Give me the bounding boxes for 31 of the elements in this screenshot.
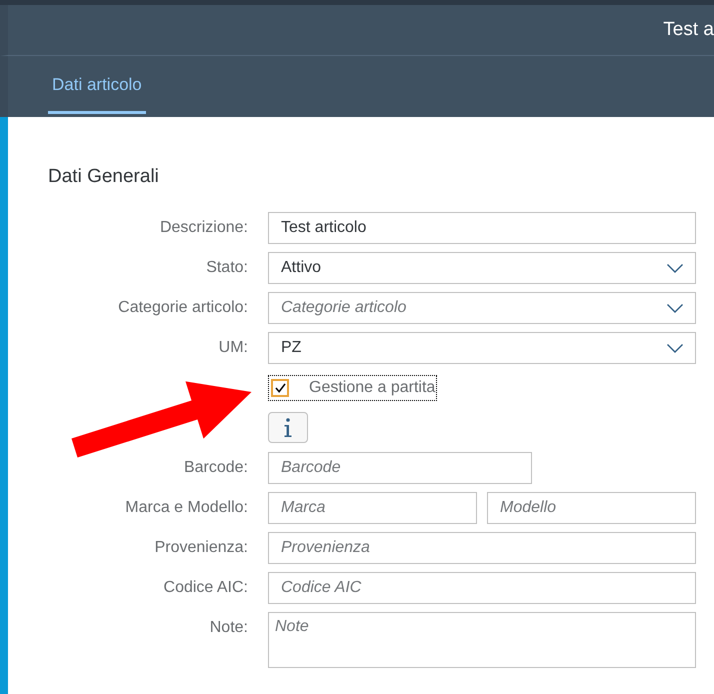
field-label: Stato: bbox=[206, 259, 248, 276]
checkbox-label: Gestione a partita bbox=[309, 379, 436, 397]
textarea-input[interactable]: Note bbox=[268, 612, 696, 668]
check-icon bbox=[274, 383, 286, 393]
dropdown[interactable]: Attivo bbox=[268, 252, 696, 284]
field-label: Categorie articolo: bbox=[118, 299, 248, 316]
dropdown[interactable]: PZ bbox=[268, 332, 696, 364]
text-input[interactable]: Barcode bbox=[268, 452, 532, 484]
tab[interactable]: Dati articolo bbox=[48, 56, 146, 114]
chevron-down-icon bbox=[667, 344, 683, 352]
field-label: Marca e Modello: bbox=[125, 499, 248, 516]
text-input[interactable]: Provenienza bbox=[268, 532, 696, 564]
dropdown[interactable]: Categorie articolo bbox=[268, 292, 696, 324]
field-label: Descrizione: bbox=[160, 219, 248, 236]
checkbox[interactable] bbox=[271, 379, 289, 397]
field-label: UM: bbox=[218, 339, 248, 356]
checkbox-field[interactable]: Gestione a partita bbox=[268, 375, 438, 401]
info-button[interactable] bbox=[268, 412, 308, 443]
page-title: Test a bbox=[663, 19, 714, 41]
text-input[interactable]: Codice AIC bbox=[268, 572, 696, 604]
field-label: Barcode: bbox=[184, 459, 248, 476]
field-label: Codice AIC: bbox=[164, 579, 248, 596]
info-icon bbox=[284, 418, 292, 437]
text-input[interactable]: Modello bbox=[487, 492, 696, 524]
field-label: Provenienza: bbox=[154, 539, 248, 556]
section-title: Dati Generali bbox=[48, 166, 159, 187]
chevron-down-icon bbox=[667, 264, 683, 272]
text-input[interactable]: Test articolo bbox=[268, 212, 696, 244]
field-label: Note: bbox=[210, 619, 248, 636]
chevron-down-icon bbox=[667, 304, 683, 312]
text-input[interactable]: Marca bbox=[268, 492, 477, 524]
